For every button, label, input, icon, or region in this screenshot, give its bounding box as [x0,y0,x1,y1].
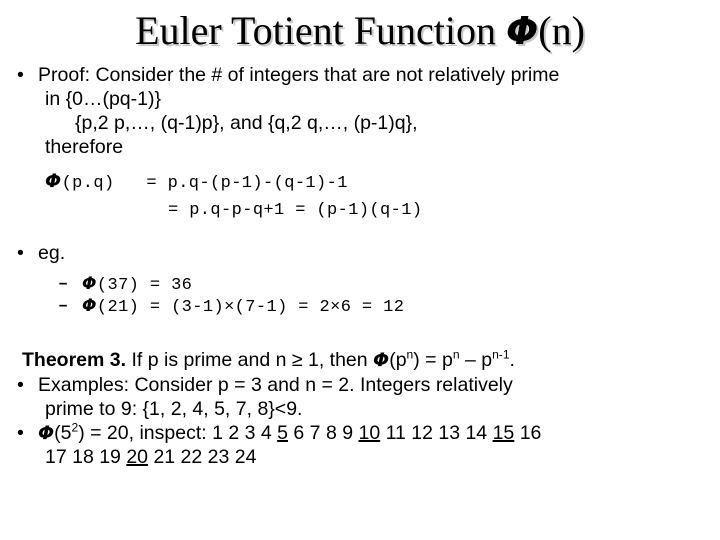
eg-sub-item-2: – Φ(21) = (3-1)×(7-1) = 2×6 = 12 [0,296,720,318]
eg-sub-text-2: (21) = (3-1)×(7-1) = 2×6 = 12 [96,298,405,317]
phi-symbol-icon: Φ [505,9,539,53]
bullet-item-proof: • Proof: Consider the # of integers that… [0,63,720,87]
inspect-mid: ) = 20, inspect: 1 2 3 4 [78,422,278,444]
theorem-sup-2: n [452,347,460,362]
inspect-line-2-a: 17 18 19 [45,446,127,468]
page-title: Euler Totient Function Φ(n) [0,8,720,54]
inspect-seg-4: 16 [514,422,542,444]
theorem-label: Theorem 3. [22,349,127,371]
inspect-underline-10: 10 [358,422,381,444]
inspect-line-2-b: 21 22 23 24 [148,446,257,468]
bullet-dot-icon: • [17,422,24,444]
eg-sub-text-1: (37) = 36 [96,276,193,295]
bullet-item-eg: • eg. [0,241,720,265]
formula-rhs-2: = p.q-p-q+1 = (p-1)(q-1) [168,201,423,220]
theorem-sup-3: n-1 [492,347,510,362]
theorem-text-e: . [509,349,515,371]
theorem-statement: Theorem 3. If p is prime and n ≥ 1, then… [0,348,720,373]
bullet-item-examples: • Examples: Consider p = 3 and n = 2. In… [0,373,720,397]
theorem-text-c: ) = p [413,349,453,371]
title-suffix: (n) [538,8,585,53]
slide: Euler Totient Function Φ(n) • Proof: Con… [0,0,720,540]
proof-line-3: {p,2 p,…, (q-1)p}, and {q,2 q,…, (p-1)q}… [75,112,418,134]
theorem-text-b: (p [389,349,407,371]
formula-rhs-1: = p.q-(p-1)-(q-1)-1 [146,174,348,193]
formula-line-1: Φ(p.q) = p.q-(p-1)-(q-1)-1 [0,168,720,197]
eg-sub-item-1: – Φ(37) = 36 [0,274,720,296]
examples-line-2: prime to 9: {1, 2, 4, 5, 7, 8}<9. [45,398,303,420]
formula-lhs: (p.q) [61,174,115,193]
examples-line-2-row: prime to 9: {1, 2, 4, 5, 7, 8}<9. [0,397,720,421]
inspect-underline-5: 5 [277,422,288,444]
dash-bullet-icon: – [58,275,69,294]
proof-line-1: Proof: Consider the # of integers that a… [38,64,560,86]
inspect-prefix: (5 [54,422,72,444]
bullet-item-inspect: • Φ(52) = 20, inspect: 1 2 3 4 5 6 7 8 9… [0,421,720,445]
slide-body: • Proof: Consider the # of integers that… [0,63,720,469]
theorem-text-d: – p [459,349,493,371]
inspect-line-2-row: 17 18 19 20 21 22 23 24 [0,445,720,469]
inspect-seg-2: 6 7 8 9 [288,422,359,444]
theorem-text-a: If p is prime and n ≥ 1, then [126,349,374,371]
inspect-seg-3: 11 12 13 14 [380,422,493,444]
bullet-dot-icon: • [17,374,24,396]
bullet-dot-icon: • [17,242,24,264]
formula-line-2: = p.q-p-q+1 = (p-1)(q-1) [0,197,720,224]
title-prefix: Euler Totient Function [135,8,506,53]
examples-line-1: Examples: Consider p = 3 and n = 2. Inte… [38,374,513,396]
proof-line-2-row: in {0…(pq-1)} [0,87,720,111]
phi-symbol-icon: Φ [45,170,62,192]
dash-bullet-icon: – [58,297,69,316]
proof-line-4: therefore [45,136,124,158]
bullet-dot-icon: • [17,64,24,86]
phi-symbol-icon: Φ [82,274,97,294]
inspect-underline-15: 15 [492,422,515,444]
proof-line-3-row: {p,2 p,…, (q-1)p}, and {q,2 q,…, (p-1)q}… [0,111,720,135]
phi-symbol-icon: Φ [38,422,55,444]
proof-line-2: in {0…(pq-1)} [45,88,161,110]
phi-symbol-icon: Φ [82,296,97,316]
eg-label: eg. [38,242,66,264]
proof-line-4-row: therefore [0,135,720,159]
phi-symbol-icon: Φ [373,349,390,371]
inspect-underline-20: 20 [126,446,149,468]
